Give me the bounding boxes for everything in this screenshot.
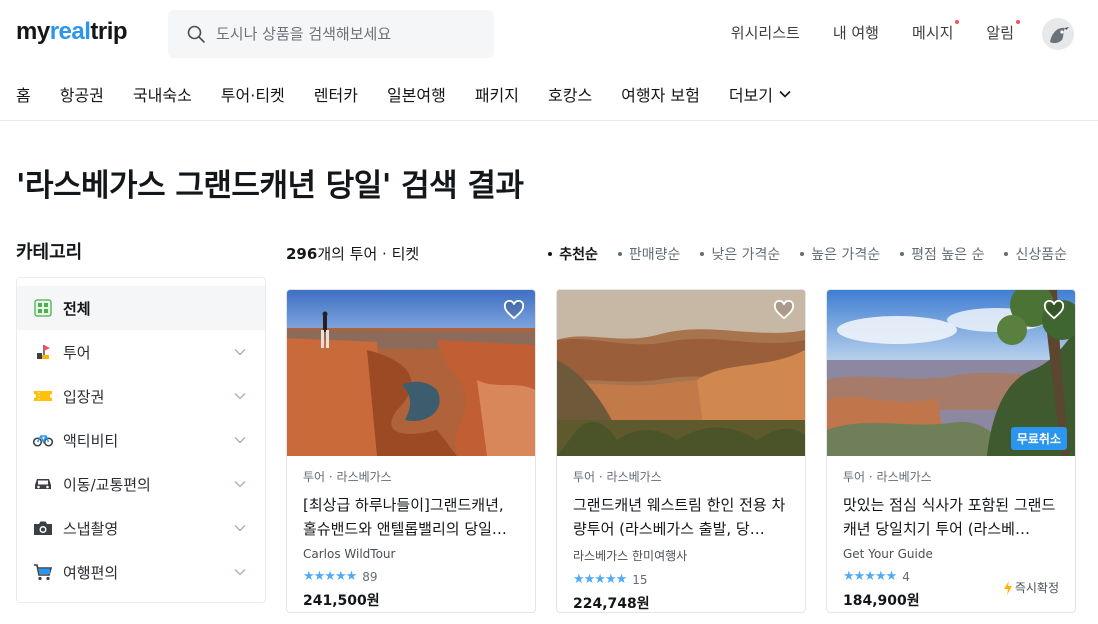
- nav-hocance[interactable]: 호캉스: [548, 82, 592, 106]
- chevron-down-icon[interactable]: [233, 433, 247, 447]
- category-item-tickets[interactable]: 입장권: [17, 374, 265, 418]
- flag-icon: [33, 342, 53, 362]
- product-price: 224,748원: [573, 596, 650, 612]
- category-item-snap[interactable]: 스냅촬영: [17, 506, 265, 550]
- product-card[interactable]: 투어 · 라스베가스 [최상급 하루나들이]그랜드캐년, 홀슈밴드와 앤텔롭밸리…: [286, 289, 536, 613]
- nav-flights[interactable]: 항공권: [60, 82, 104, 106]
- product-image[interactable]: 무료취소: [827, 290, 1075, 456]
- product-image[interactable]: [557, 290, 805, 456]
- bicycle-icon: [33, 430, 53, 450]
- nav-tours-tickets[interactable]: 투어·티켓: [221, 82, 285, 106]
- chevron-down-icon[interactable]: [233, 565, 247, 579]
- free-cancel-badge: 무료취소: [1010, 427, 1067, 450]
- sort-options: 추천순 판매량순 낮은 가격순 높은 가격순 평점 높은 순 신상품순: [548, 244, 1067, 264]
- avatar[interactable]: [1042, 18, 1074, 50]
- camera-icon: [33, 518, 53, 538]
- product-title[interactable]: [최상급 하루나들이]그랜드캐년, 홀슈밴드와 앤텔롭밸리의 당일…: [303, 493, 519, 541]
- sort-rating[interactable]: 평점 높은 순: [900, 244, 984, 264]
- product-title[interactable]: 그랜드캐년 웨스트림 한인 전용 차량투어 (라스베가스 출발, 당…: [573, 493, 789, 541]
- top-bar: myrealtrip 위시리스트 내 여행 메시지 알림: [0, 0, 1098, 68]
- category-list: 전체 투어 입장권 액티비티 이동/교통편의 스냅촬영 여행편의: [16, 277, 266, 603]
- sort-price-low[interactable]: 낮은 가격순: [700, 244, 780, 264]
- top-links: 위시리스트 내 여행 메시지 알림: [731, 20, 1020, 43]
- star-rating-icon: ★★★★★: [843, 569, 897, 584]
- product-seller: Carlos WildTour: [303, 547, 396, 561]
- lightning-icon: [1003, 580, 1012, 595]
- chevron-down-icon: [779, 90, 791, 98]
- category-item-activity[interactable]: 액티비티: [17, 418, 265, 462]
- chevron-down-icon[interactable]: [233, 521, 247, 535]
- cart-icon: [33, 562, 53, 582]
- chevron-down-icon[interactable]: [233, 477, 247, 491]
- product-category: 투어 · 라스베가스: [303, 470, 392, 484]
- notifications-link[interactable]: 알림: [986, 20, 1020, 43]
- category-item-convenience[interactable]: 여행편의: [17, 550, 265, 594]
- sort-recommended[interactable]: 추천순: [548, 244, 598, 264]
- product-price: 241,500원: [303, 593, 380, 609]
- category-item-all[interactable]: 전체: [17, 286, 265, 330]
- search-box[interactable]: [168, 10, 494, 58]
- star-rating-icon: ★★★★★: [573, 572, 627, 587]
- nav-more[interactable]: 더보기: [729, 82, 792, 106]
- category-item-transport[interactable]: 이동/교통편의: [17, 462, 265, 506]
- main-nav: 홈 항공권 국내숙소 투어·티켓 렌터카 일본여행 패키지 호캉스 여행자 보험…: [16, 82, 792, 106]
- product-card[interactable]: 투어 · 라스베가스 그랜드캐년 웨스트림 한인 전용 차량투어 (라스베가스 …: [556, 289, 806, 613]
- logo[interactable]: myrealtrip: [16, 18, 128, 46]
- grid-icon: [33, 298, 53, 318]
- chevron-down-icon[interactable]: [233, 389, 247, 403]
- product-card[interactable]: 무료취소 투어 · 라스베가스 맛있는 점심 식사가 포함된 그랜드캐년 당일치…: [826, 289, 1076, 613]
- product-title[interactable]: 맛있는 점심 식사가 포함된 그랜드캐년 당일치기 투어 (라스베…: [843, 493, 1059, 541]
- star-rating-icon: ★★★★★: [303, 569, 357, 584]
- category-item-tour[interactable]: 투어: [17, 330, 265, 374]
- new-notification-dot: [1016, 20, 1020, 24]
- search-icon: [187, 25, 205, 43]
- product-seller: 라스베가스 한미여행사: [573, 549, 688, 563]
- product-rating: ★★★★★ 89: [303, 569, 378, 584]
- heart-icon[interactable]: [1043, 300, 1065, 320]
- wishlist-link[interactable]: 위시리스트: [731, 22, 800, 43]
- nav-package[interactable]: 패키지: [475, 82, 519, 106]
- product-category: 투어 · 라스베가스: [573, 470, 662, 484]
- product-seller: Get Your Guide: [843, 547, 933, 561]
- product-rating: ★★★★★ 15: [573, 572, 648, 587]
- nav-travel-insurance[interactable]: 여행자 보험: [621, 82, 700, 106]
- nav-rentcar[interactable]: 렌터카: [314, 82, 358, 106]
- product-image[interactable]: [287, 290, 535, 456]
- ticket-icon: [33, 386, 53, 406]
- nav-japan-travel[interactable]: 일본여행: [387, 82, 446, 106]
- nav-divider: [0, 120, 1098, 121]
- result-count: 296개의 투어 · 티켓: [286, 245, 420, 263]
- search-input[interactable]: [216, 25, 486, 43]
- heart-icon[interactable]: [503, 300, 525, 320]
- nav-domestic-stay[interactable]: 국내숙소: [133, 82, 192, 106]
- heart-icon[interactable]: [773, 300, 795, 320]
- product-category: 투어 · 라스베가스: [843, 470, 932, 484]
- category-title: 카테고리: [16, 242, 83, 263]
- new-message-dot: [955, 20, 960, 24]
- page-title: '라스베가스 그랜드캐년 당일' 검색 결과: [16, 168, 524, 204]
- sort-price-high[interactable]: 높은 가격순: [800, 244, 880, 264]
- nav-home[interactable]: 홈: [16, 82, 31, 106]
- my-trips-link[interactable]: 내 여행: [833, 22, 879, 43]
- sort-sales[interactable]: 판매량순: [618, 244, 681, 264]
- car-icon: [33, 474, 53, 494]
- instant-confirm: 즉시확정: [1003, 579, 1059, 596]
- sort-newest[interactable]: 신상품순: [1004, 244, 1067, 264]
- chevron-down-icon[interactable]: [233, 345, 247, 359]
- messages-link[interactable]: 메시지: [912, 20, 960, 43]
